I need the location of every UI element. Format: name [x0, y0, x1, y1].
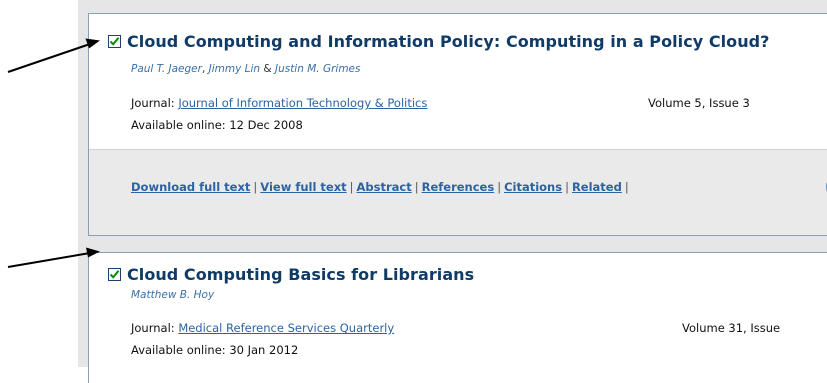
online-date: 30 Jan 2012 [229, 343, 299, 357]
author-link[interactable]: Justin M. Grimes [275, 63, 361, 75]
author-link[interactable]: Matthew B. Hoy [131, 289, 214, 301]
journal-link[interactable]: Journal of Information Technology & Poli… [178, 96, 427, 110]
result-action-bar: Download full text | View full text | Abstra… [89, 149, 827, 235]
online-label: Available online: [131, 343, 226, 357]
journal-label: Journal: [131, 321, 175, 335]
checkmark-icon [109, 270, 120, 279]
citations-link[interactable]: Citations [504, 180, 562, 194]
result-title-row: Cloud Computing and Information Policy: … [108, 32, 769, 51]
view-full-text-link[interactable]: View full text [260, 180, 346, 194]
result-body: Cloud Computing Basics for Librarians Ma… [89, 265, 827, 383]
download-full-text-link[interactable]: Download full text [131, 180, 250, 194]
search-result-card: Cloud Computing Basics for Librarians Ma… [88, 252, 827, 383]
author-link[interactable]: Jimmy Lin [209, 63, 260, 75]
abstract-link[interactable]: Abstract [357, 180, 412, 194]
online-label: Available online: [131, 118, 226, 132]
related-link[interactable]: Related [572, 180, 622, 194]
result-authors: Matthew B. Hoy [131, 289, 214, 301]
result-authors: Paul T. Jaeger, Jimmy Lin & Justin M. Gr… [131, 63, 361, 75]
journal-link[interactable]: Medical Reference Services Quarterly [178, 321, 394, 335]
online-date-line: Available online: 30 Jan 2012 [131, 343, 298, 357]
arrow-icon [7, 247, 100, 268]
annotation-arrows [7, 38, 100, 268]
action-links: Download full text | View full text | Abstra… [131, 180, 629, 194]
journal-line: Journal: Journal of Information Technolo… [131, 96, 427, 110]
checkmark-icon [109, 37, 120, 46]
online-date-line: Available online: 12 Dec 2008 [131, 118, 303, 132]
references-link[interactable]: References [422, 180, 495, 194]
result-title-row: Cloud Computing Basics for Librarians [108, 265, 474, 284]
result-title[interactable]: Cloud Computing Basics for Librarians [127, 265, 474, 284]
journal-line: Journal: Medical Reference Services Quar… [131, 321, 394, 335]
search-result-card: Cloud Computing and Information Policy: … [88, 13, 827, 236]
arrow-icon [7, 38, 100, 73]
volume-text: Volume 5, Issue 3 [648, 96, 750, 110]
journal-label: Journal: [131, 96, 175, 110]
author-link[interactable]: Paul T. Jaeger [131, 63, 202, 75]
online-date: 12 Dec 2008 [229, 118, 303, 132]
result-title[interactable]: Cloud Computing and Information Policy: … [127, 32, 769, 51]
volume-text: Volume 31, Issue [682, 321, 781, 335]
